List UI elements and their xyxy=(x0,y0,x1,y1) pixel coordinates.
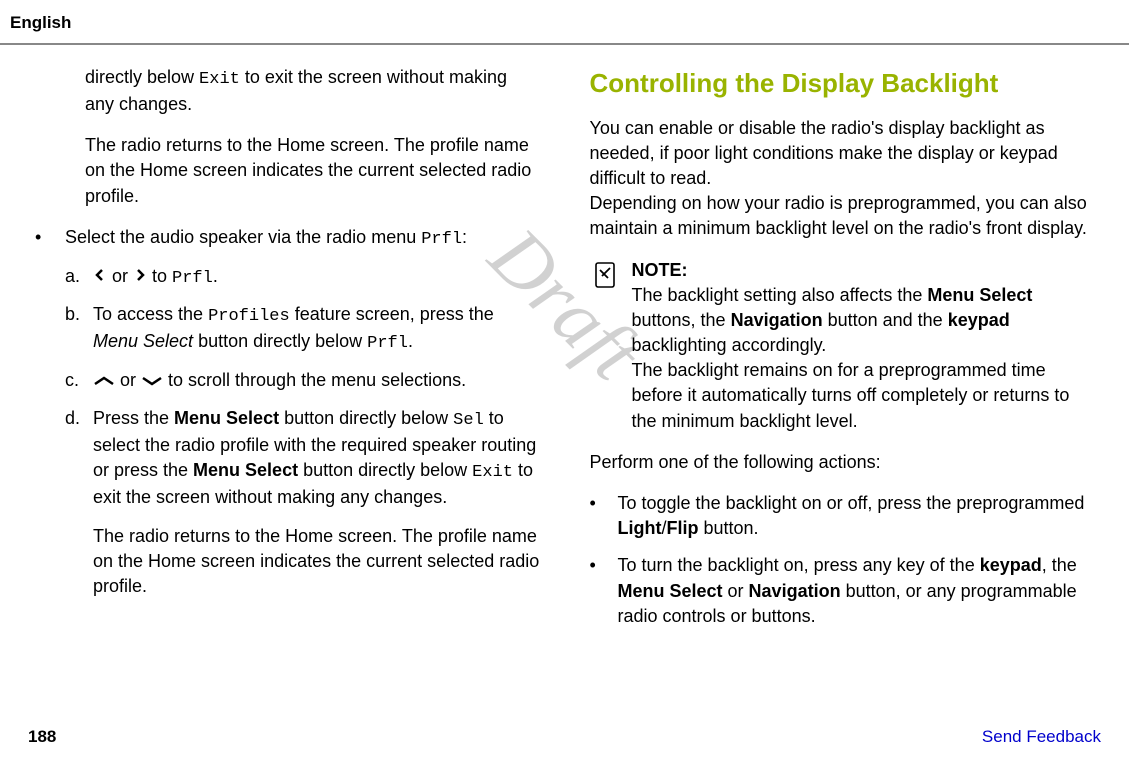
content: directly below Exit to exit the screen w… xyxy=(0,65,1129,641)
note-title: NOTE: xyxy=(632,258,1095,283)
note-text-1: The backlight setting also affects the M… xyxy=(632,283,1095,359)
language-label: English xyxy=(10,13,71,32)
action-2: • To turn the backlight on, press any ke… xyxy=(590,553,1095,629)
note-block: NOTE: The backlight setting also affects… xyxy=(590,258,1095,434)
bullet-dot: • xyxy=(35,225,65,628)
para-continue: directly below Exit to exit the screen w… xyxy=(85,65,540,117)
bullet-select-speaker: • Select the audio speaker via the radio… xyxy=(35,225,540,628)
left-column: directly below Exit to exit the screen w… xyxy=(10,65,565,641)
perform-text: Perform one of the following actions: xyxy=(590,450,1095,475)
sub-list: a. or to Prfl. b. To access the Profiles… xyxy=(65,264,540,616)
note-icon xyxy=(590,258,632,434)
mono-exit: Exit xyxy=(199,70,240,89)
up-chevron-icon xyxy=(93,369,115,394)
para-backlight-2: Depending on how your radio is preprogra… xyxy=(590,191,1095,241)
send-feedback-link[interactable]: Send Feedback xyxy=(982,725,1101,749)
para-return-home-1: The radio returns to the Home screen. Th… xyxy=(85,133,540,209)
step-b: b. To access the Profiles feature screen… xyxy=(65,302,540,356)
left-arrow-icon xyxy=(93,264,107,289)
page-header: English xyxy=(0,0,1129,45)
right-column: Controlling the Display Backlight You ca… xyxy=(565,65,1120,641)
step-c: c. or to scroll through the menu selecti… xyxy=(65,368,540,394)
down-chevron-icon xyxy=(141,369,163,394)
footer: 188 Send Feedback xyxy=(0,725,1129,749)
para-return-home-2: The radio returns to the Home screen. Th… xyxy=(93,524,540,600)
para-backlight-1: You can enable or disable the radio's di… xyxy=(590,116,1095,192)
section-heading: Controlling the Display Backlight xyxy=(590,65,1095,101)
mono-prfl: Prfl xyxy=(421,230,462,249)
page-number: 188 xyxy=(28,725,56,749)
right-arrow-icon xyxy=(133,264,147,289)
note-text-2: The backlight remains on for a preprogra… xyxy=(632,358,1095,434)
step-a: a. or to Prfl. xyxy=(65,264,540,291)
step-d: d. Press the Menu Select button directly… xyxy=(65,406,540,616)
action-1: • To toggle the backlight on or off, pre… xyxy=(590,491,1095,541)
